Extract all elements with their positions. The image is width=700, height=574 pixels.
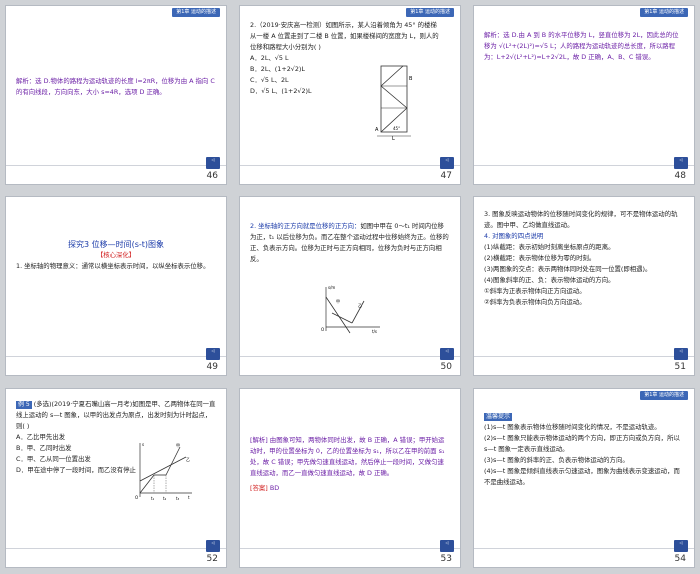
question-text: 2.（2019·安庆高一检测）如图所示，某人沿着倾角为 45° 的楼梯从一楼 A… — [250, 21, 439, 51]
analysis-text: [解析] 由图象可知，两物体同时出发，故 B 正确，A 错误；甲开始运动时，甲的… — [250, 436, 445, 477]
slide-text: 3. 图象反映运动物体的位移随时间变化的规律，可不是物体运动的轨迹。图中甲、乙均… — [484, 209, 684, 353]
slide-number: 46 — [206, 171, 218, 181]
series-yi-label: 乙 — [186, 456, 190, 462]
back-nav-button[interactable]: ◁ — [206, 157, 220, 169]
slide-number: 54 — [674, 554, 686, 564]
footer-divider — [6, 548, 226, 549]
slide-text: [解析] 由图象可知，两物体同时出发，故 B 正确，A 错误；甲开始运动时，甲的… — [250, 435, 450, 545]
footer-divider — [474, 356, 694, 357]
back-nav-button[interactable]: ◁ — [440, 540, 454, 552]
series-yi-label: 乙 — [358, 302, 362, 308]
st-graph-figure: s t 甲 乙 O t₁ t₂ t₃ — [135, 442, 192, 501]
answer-value: BD — [269, 484, 280, 492]
back-nav-button[interactable]: ◁ — [206, 540, 220, 552]
origin-label: O — [135, 495, 138, 500]
slide-47[interactable]: 第1章 运动的描述 2.（2019·安庆高一检测）如图所示，某人沿着倾角为 45… — [239, 5, 461, 185]
back-nav-button[interactable]: ◁ — [674, 157, 688, 169]
back-nav-button[interactable]: ◁ — [206, 348, 220, 360]
axis-s-label: s/m — [328, 285, 335, 290]
body-text: 1. 坐标轴的物理意义：通常以横坐标表示时间，以纵坐标表示位移。 — [16, 262, 210, 270]
question-text: (多选)(2019·宁夏石嘴山高一月考)如图是甲、乙两物体在同一直线上运动的 s… — [16, 400, 216, 430]
axis-t-label: t — [188, 495, 190, 500]
slide-number: 48 — [674, 171, 686, 181]
slide-52[interactable]: 例 5 (多选)(2019·宁夏石嘴山高一月考)如图是甲、乙两物体在同一直线上运动… — [5, 388, 227, 568]
slide-number: 49 — [206, 362, 218, 372]
body-line: ②斜率为负表示物体向负方向运动。 — [484, 298, 586, 306]
label-a: A — [375, 127, 379, 133]
slide-number: 47 — [440, 171, 452, 181]
chapter-chip: 第1章 运动的描述 — [406, 8, 454, 17]
back-nav-button[interactable]: ◁ — [440, 348, 454, 360]
section-title: 探究3 位移—时间(s-t)图象 — [67, 240, 165, 249]
back-nav-button[interactable]: ◁ — [674, 540, 688, 552]
footer-divider — [474, 165, 694, 166]
label-b: B — [409, 76, 413, 82]
footer-divider — [240, 356, 460, 357]
slide-54[interactable]: 第1章 运动的描述 温馨提示 (1)s—t 图象表示物体位移随时间变化的情况，不… — [473, 388, 695, 568]
heading-text: 2. 坐标轴的正方向就是位移的正方向： — [250, 222, 361, 230]
slide-48[interactable]: 第1章 运动的描述 解析：选 D.由 A 到 B 的水平位移为 L，竖直位移为 … — [473, 5, 695, 185]
analysis-text: 解析：选 D.由 A 到 B 的水平位移为 L，竖直位移为 2L，因此总的位移为… — [484, 31, 679, 61]
slide-46[interactable]: 第1章 运动的描述 解析：选 D.物体的路程为运动轨迹的长度 l=2πR，位移为… — [5, 5, 227, 185]
section-subtitle: 【核心深化】 — [96, 251, 136, 259]
chapter-chip: 第1章 运动的描述 — [640, 8, 688, 17]
option-d: D．√5 L、(1+2√2)L — [250, 87, 312, 95]
slide-text: 2.（2019·安庆高一检测）如图所示，某人沿着倾角为 45° 的楼梯从一楼 A… — [250, 20, 439, 162]
body-line: (2)s—t 图象只能表示物体运动的两个方向，即正方向或负方向，所以 s—t 图… — [484, 434, 680, 453]
example-tag: 例 5 — [16, 401, 32, 409]
body-line: (1)纵截距：表示初始时刻离坐标原点的距离。 — [484, 243, 615, 251]
tick-t3-label: t₃ — [176, 496, 180, 501]
slide-50[interactable]: 2. 坐标轴的正方向就是位移的正方向：如图中甲在 0～t₁ 时间内位移为正，t₁… — [239, 196, 461, 376]
slide-number: 50 — [440, 362, 452, 372]
slide-text: 解析：选 D.物体的路程为运动轨迹的长度 l=2πR，位移为由 A 指向 C 的… — [16, 76, 216, 162]
series-jia-label: 甲 — [336, 299, 340, 304]
slide-53[interactable]: [解析] 由图象可知，两物体同时出发，故 B 正确，A 错误；甲开始运动时，甲的… — [239, 388, 461, 568]
series-jia-label: 甲 — [176, 443, 180, 448]
footer-divider — [6, 356, 226, 357]
origin-label: O — [321, 327, 324, 332]
slide-text: 探究3 位移—时间(s-t)图象 【核心深化】 1. 坐标轴的物理意义：通常以横… — [16, 211, 216, 353]
footer-divider — [6, 165, 226, 166]
body-line: (4)图象斜率的正、负：表示物体运动的方向。 — [484, 276, 615, 284]
footer-divider — [240, 165, 460, 166]
body-line: (1)s—t 图象表示物体位移随时间变化的情况，不是运动轨迹。 — [484, 423, 661, 431]
back-nav-button[interactable]: ◁ — [674, 348, 688, 360]
slide-number: 53 — [440, 554, 452, 564]
chapter-chip: 第1章 运动的描述 — [640, 391, 688, 400]
body-line: ①斜率为正表示物体向正方向运动。 — [484, 287, 586, 295]
staircase-figure: A B 45° L — [375, 65, 413, 140]
slide-number: 52 — [206, 554, 218, 564]
body-line: 4. 对图象的四点说明 — [484, 232, 544, 240]
body-line: (3)两图象的交点：表示两物体同时处在同一位置(即相遇)。 — [484, 265, 652, 273]
slide-text: 温馨提示 (1)s—t 图象表示物体位移随时间变化的情况，不是运动轨迹。 (2)… — [484, 411, 684, 545]
analysis-text: 解析：选 D.物体的路程为运动轨迹的长度 l=2πR，位移为由 A 指向 C 的… — [16, 77, 215, 96]
chapter-chip: 第1章 运动的描述 — [172, 8, 220, 17]
body-line: (4)s—t 图象是倾斜直线表示匀速运动，图象为曲线表示变速运动，而不是曲线运动… — [484, 467, 680, 486]
body-line: 3. 图象反映运动物体的位移随时间变化的规律，可不是物体运动的轨迹。图中甲、乙均… — [484, 210, 678, 229]
axis-t-label: t/s — [372, 329, 377, 334]
option-a: A．2L、√5 L — [250, 54, 289, 62]
footer-divider — [474, 548, 694, 549]
footer-divider — [240, 548, 460, 549]
label-l: L — [392, 136, 395, 140]
tick-t2-label: t₂ — [163, 496, 167, 501]
option-c: C．√5 L、2L — [250, 76, 289, 84]
axis-s-label: s — [142, 442, 144, 447]
tip-tag: 温馨提示 — [484, 413, 513, 421]
option-b: B．2L、(1+2√2)L — [250, 65, 305, 73]
body-line: (3)s—t 图象的斜率的正、负表示物体运动的方向。 — [484, 456, 629, 464]
slide-number: 51 — [674, 362, 686, 372]
slide-51[interactable]: 3. 图象反映运动物体的位移随时间变化的规律，可不是物体运动的轨迹。图中甲、乙均… — [473, 196, 695, 376]
back-nav-button[interactable]: ◁ — [440, 157, 454, 169]
slide-text: 解析：选 D.由 A 到 B 的水平位移为 L，竖直位移为 2L，因此总的位移为… — [484, 30, 684, 162]
tick-t1-label: t₁ — [151, 496, 155, 501]
body-line: (2)横截距：表示物体位移为零的时刻。 — [484, 254, 596, 262]
label-angle: 45° — [393, 126, 400, 131]
answer-label: [答案] — [250, 484, 268, 492]
st-graph-figure: s/m t/s 甲 乙 O — [321, 285, 380, 334]
slide-grid: 第1章 运动的描述 解析：选 D.物体的路程为运动轨迹的长度 l=2πR，位移为… — [0, 0, 700, 574]
slide-49[interactable]: 探究3 位移—时间(s-t)图象 【核心深化】 1. 坐标轴的物理意义：通常以横… — [5, 196, 227, 376]
